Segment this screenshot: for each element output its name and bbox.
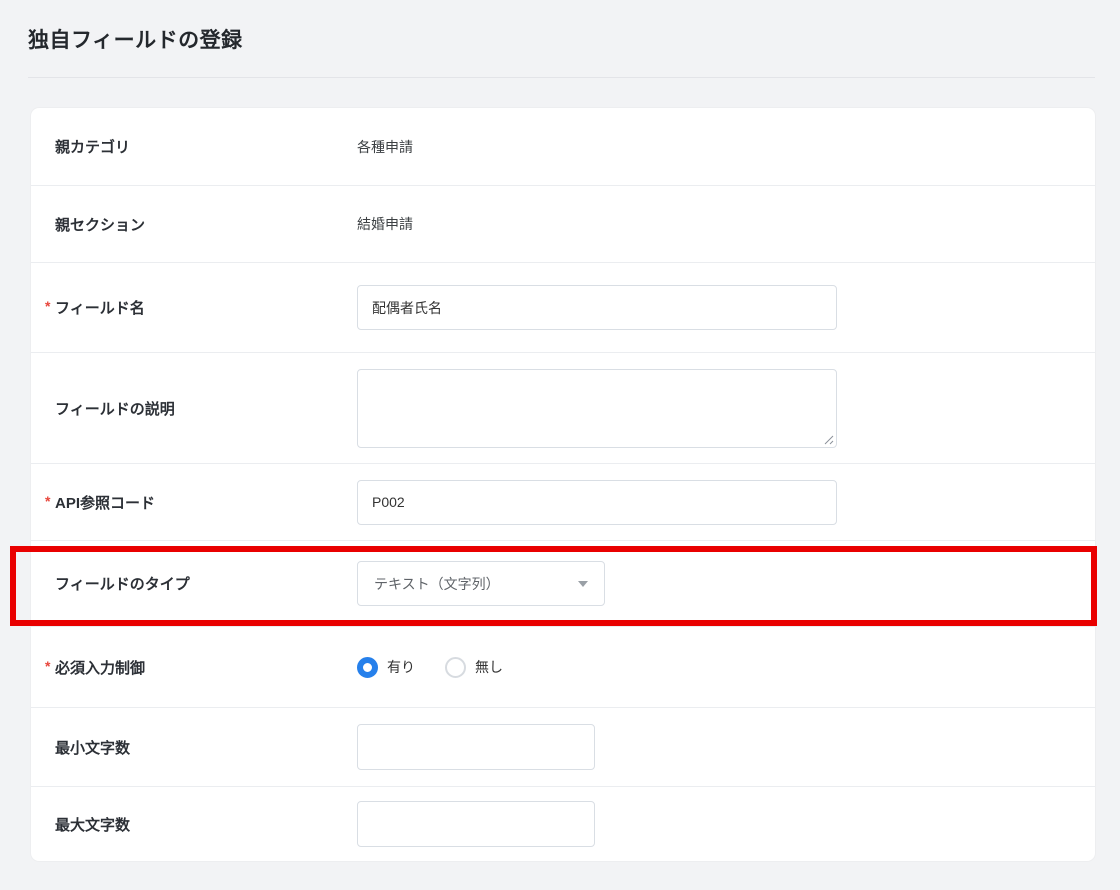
parent-category-label: 親カテゴリ [55,136,357,157]
row-field-name: * フィールド名 [31,262,1095,352]
page-header: 独自フィールドの登録 [0,0,1120,77]
radio-unselected-icon[interactable] [445,657,466,678]
field-description-label: フィールドの説明 [55,398,357,419]
required-control-radio-group: 有り 無し [357,657,503,678]
radio-selected-icon[interactable] [357,657,378,678]
api-code-input[interactable] [357,480,837,525]
field-name-label: * フィールド名 [55,297,357,318]
row-api-code: * API参照コード [31,463,1095,540]
field-type-selected-value: テキスト（文字列） [374,574,500,594]
required-asterisk: * [45,658,50,674]
field-type-label: フィールドのタイプ [55,573,357,594]
row-max-chars: 最大文字数 [31,786,1095,861]
row-parent-section: 親セクション 結婚申請 [31,185,1095,262]
row-parent-category: 親カテゴリ 各種申請 [31,108,1095,185]
row-field-type: フィールドのタイプ テキスト（文字列） [31,540,1095,626]
max-chars-input[interactable] [357,801,595,847]
radio-option-no[interactable]: 無し [445,657,503,678]
min-chars-label: 最小文字数 [55,737,357,758]
max-chars-label: 最大文字数 [55,814,357,835]
field-description-textarea[interactable] [357,369,837,448]
page-title: 独自フィールドの登録 [28,24,243,54]
header-divider [28,77,1095,78]
field-name-input[interactable] [357,285,837,330]
row-field-description: フィールドの説明 [31,352,1095,463]
parent-section-label: 親セクション [55,214,357,235]
radio-option-yes[interactable]: 有り [357,657,415,678]
required-asterisk: * [45,493,50,509]
row-required-control: * 必須入力制御 有り 無し [31,626,1095,707]
required-control-label: * 必須入力制御 [55,657,357,678]
parent-section-value: 結婚申請 [357,214,413,234]
required-asterisk: * [45,298,50,314]
api-code-label: * API参照コード [55,492,357,513]
min-chars-input[interactable] [357,724,595,770]
row-min-chars: 最小文字数 [31,707,1095,786]
chevron-down-icon [578,581,588,587]
field-description-wrap [357,369,837,448]
field-registration-form: 親カテゴリ 各種申請 親セクション 結婚申請 * フィールド名 フィールドの説明… [31,108,1095,861]
parent-category-value: 各種申請 [357,137,413,157]
field-type-select[interactable]: テキスト（文字列） [357,561,605,606]
